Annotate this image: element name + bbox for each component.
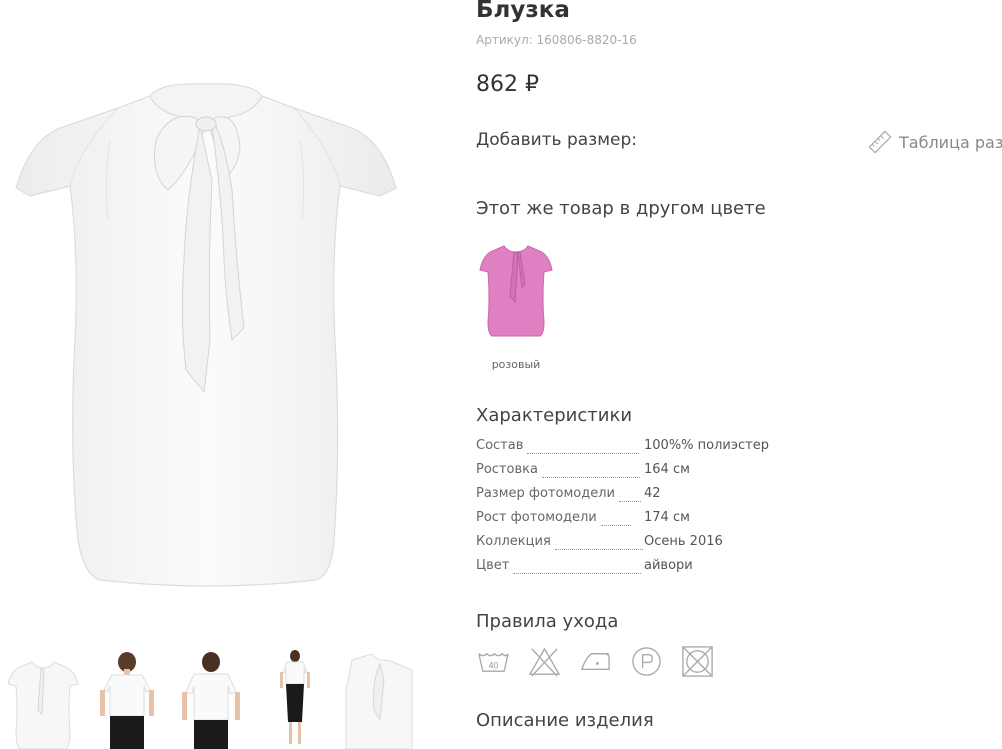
- thumbnail-3[interactable]: [174, 650, 248, 749]
- spec-row: Коллекция Осень 2016: [476, 534, 796, 558]
- care-heading: Правила ухода: [476, 611, 619, 632]
- spec-name: Цвет: [476, 558, 510, 573]
- size-table-link[interactable]: Таблица разм: [868, 130, 1002, 154]
- spec-row: Ростовка 164 см: [476, 462, 796, 486]
- spec-dots: [527, 453, 640, 454]
- other-color-heading: Этот же товар в другом цвете: [476, 198, 766, 219]
- spec-value: Осень 2016: [644, 534, 723, 549]
- spec-name: Рост фотомодели: [476, 510, 597, 525]
- iron-low-icon: [580, 653, 610, 670]
- description-heading: Описание изделия: [476, 710, 654, 731]
- spec-dots: [541, 477, 640, 478]
- size-table-label: Таблица разм: [899, 132, 1002, 152]
- thumb-model-full-image: [280, 650, 310, 744]
- care-icons: 40: [476, 644, 715, 679]
- spec-name: Ростовка: [476, 462, 538, 477]
- spec-dots: [513, 573, 642, 574]
- spec-dots: [619, 501, 642, 502]
- dry-clean-p-icon: [632, 647, 661, 676]
- main-product-photo[interactable]: [0, 0, 420, 640]
- product-sku: Артикул: 160806-8820-16: [476, 33, 637, 47]
- product-price: 862 ₽: [476, 72, 539, 97]
- ruler-icon: [868, 130, 892, 154]
- thumbnail-5[interactable]: [342, 650, 416, 749]
- thumb-model-front-image: [100, 652, 154, 749]
- specs-table: Состав 100%% полиэстер Ростовка 164 см Р…: [476, 438, 796, 582]
- spec-name: Коллекция: [476, 534, 551, 549]
- thumbnail-1[interactable]: [6, 650, 80, 749]
- spec-row: Рост фотомодели 174 см: [476, 510, 796, 534]
- color-option-pink[interactable]: [476, 238, 556, 378]
- add-size-button[interactable]: Добавить размер:: [476, 130, 637, 150]
- spec-value: 174 см: [644, 510, 690, 525]
- product-info: Блузка Артикул: 160806-8820-16 862 ₽ Доб…: [476, 0, 1002, 749]
- pink-blouse-image: [479, 245, 553, 337]
- spec-dots: [554, 549, 643, 550]
- thumbnail-strip: [0, 650, 420, 749]
- spec-value: айвори: [644, 558, 693, 573]
- thumb-model-back-image: [182, 652, 240, 749]
- thumb-blouse-detail-image: [345, 653, 413, 749]
- wash-40-icon: 40: [478, 652, 509, 672]
- white-blouse-image: [15, 83, 397, 587]
- spec-name: Размер фотомодели: [476, 486, 616, 501]
- spec-name: Состав: [476, 438, 524, 453]
- spec-row: Цвет айвори: [476, 558, 796, 582]
- spec-value: 100%% полиэстер: [644, 438, 769, 453]
- color-option-label: розовый: [491, 358, 541, 371]
- product-title: Блузка: [476, 0, 570, 23]
- spec-value: 164 см: [644, 462, 690, 477]
- specs-heading: Характеристики: [476, 405, 633, 426]
- thumbnail-2[interactable]: [90, 650, 164, 749]
- spec-dots: [600, 525, 631, 526]
- spec-row: Состав 100%% полиэстер: [476, 438, 796, 462]
- no-tumble-dry-icon: [682, 646, 713, 677]
- no-bleach-icon: [528, 647, 561, 677]
- thumb-blouse-front-image: [7, 661, 79, 749]
- spec-row: Размер фотомодели 42: [476, 486, 796, 510]
- thumbnail-4[interactable]: [258, 650, 332, 749]
- wash-temp-label: 40: [489, 660, 499, 670]
- spec-value: 42: [644, 486, 661, 501]
